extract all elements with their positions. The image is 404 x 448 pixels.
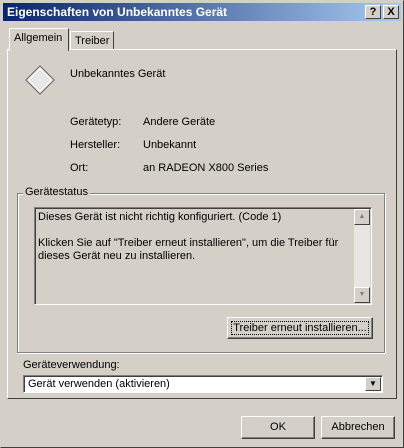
tab-label: Allgemein bbox=[14, 32, 63, 44]
reinstall-driver-button[interactable]: Treiber erneut installieren... bbox=[227, 317, 373, 339]
close-button[interactable]: X bbox=[383, 5, 399, 19]
cancel-label: Abbrechen bbox=[331, 421, 385, 433]
tab-label: Treiber bbox=[75, 35, 110, 47]
device-status-label: Gerätestatus bbox=[23, 186, 90, 198]
device-name: Unbekanntes Gerät bbox=[70, 68, 166, 80]
tab-allgemein[interactable]: Allgemein bbox=[9, 28, 69, 51]
property-value-type: Andere Geräte bbox=[143, 116, 216, 128]
status-line-2: Klicken Sie auf "Treiber erneut installi… bbox=[38, 237, 339, 262]
status-line-1: Dieses Gerät ist nicht richtig konfiguri… bbox=[38, 211, 282, 223]
device-usage-select[interactable]: Gerät verwenden (aktivieren) ▼ bbox=[23, 375, 383, 393]
property-value-location: an RADEON X800 Series bbox=[143, 162, 269, 174]
scroll-up-icon[interactable]: ▲ bbox=[354, 209, 370, 225]
window-title: Eigenschaften von Unbekanntes Gerät bbox=[7, 5, 228, 19]
property-value-manufacturer: Unbekannt bbox=[143, 139, 197, 151]
ok-button[interactable]: OK bbox=[241, 416, 315, 439]
device-usage-value: Gerät verwenden (aktivieren) bbox=[28, 378, 170, 390]
property-label-location: Ort: bbox=[70, 162, 89, 174]
tab-treiber[interactable]: Treiber bbox=[70, 31, 114, 51]
unknown-device-icon bbox=[25, 65, 55, 95]
status-text: Dieses Gerät ist nicht richtig konfiguri… bbox=[38, 211, 348, 263]
title-bar[interactable]: Eigenschaften von Unbekanntes Gerät ? X bbox=[3, 3, 401, 21]
chevron-down-icon[interactable]: ▼ bbox=[365, 377, 381, 391]
scroll-down-icon[interactable]: ▼ bbox=[354, 287, 370, 303]
cancel-button[interactable]: Abbrechen bbox=[321, 416, 395, 439]
property-label-type: Gerätetyp: bbox=[70, 116, 122, 128]
property-label-manufacturer: Hersteller: bbox=[70, 139, 121, 151]
properties-dialog: Eigenschaften von Unbekanntes Gerät ? X … bbox=[0, 0, 404, 448]
ok-label: OK bbox=[270, 421, 286, 433]
device-status-textbox[interactable]: Dieses Gerät ist nicht richtig konfiguri… bbox=[34, 207, 372, 305]
help-button[interactable]: ? bbox=[365, 5, 381, 19]
device-usage-label: Geräteverwendung: bbox=[23, 359, 120, 371]
focus-rectangle bbox=[231, 321, 369, 335]
vertical-scrollbar[interactable]: ▲ ▼ bbox=[354, 209, 370, 303]
